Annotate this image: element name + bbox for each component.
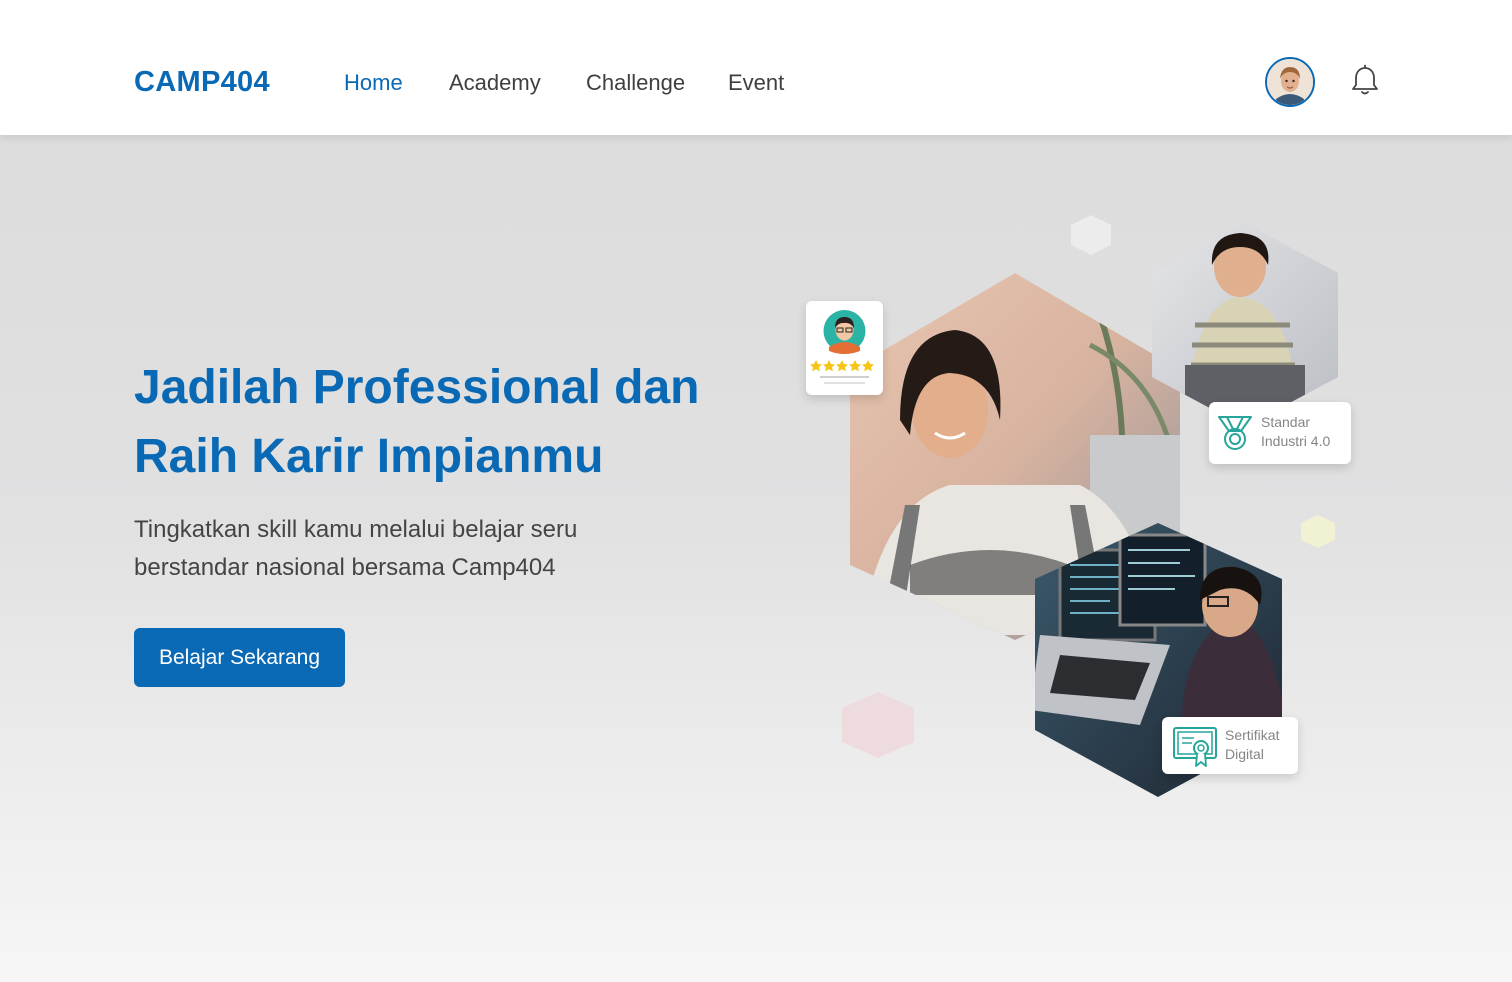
bell-icon-graphic	[1352, 64, 1378, 95]
decor-hexagon-yellow	[1301, 515, 1335, 548]
certificate-badge-line1: Sertifikat	[1225, 727, 1280, 743]
nav-home[interactable]: Home	[344, 70, 403, 96]
belajar-sekarang-button[interactable]: Belajar Sekarang	[134, 628, 345, 687]
standard-badge-text: Standar Industri 4.0	[1261, 413, 1330, 451]
hero-subtitle-line1: Tingkatkan skill kamu melalui belajar se…	[134, 516, 578, 543]
standard-badge-line2: Industri 4.0	[1261, 433, 1331, 449]
decor-hexagon-grey	[1071, 215, 1111, 255]
nav-academy[interactable]: Academy	[449, 70, 541, 96]
hero-illustration: Standar Industri 4.0 Sertifikat Digital	[790, 205, 1390, 815]
standard-badge-line1: Standar	[1261, 414, 1311, 430]
hero-title: Jadilah Professional dan Raih Karir Impi…	[134, 353, 754, 491]
reviewer-avatar	[810, 310, 874, 384]
certificate-badge-text: Sertifikat Digital	[1225, 726, 1279, 764]
user-avatar-icon	[1267, 59, 1313, 105]
certificate-badge-card: Sertifikat Digital	[1162, 717, 1298, 774]
medal-icon	[1218, 416, 1252, 450]
standard-badge-card: Standar Industri 4.0	[1209, 402, 1351, 464]
user-avatar[interactable]	[1265, 57, 1315, 107]
nav-challenge[interactable]: Challenge	[586, 70, 685, 96]
hexagon-photo-collage	[842, 215, 1338, 797]
brand-logo[interactable]: CAMP404	[134, 66, 270, 99]
hero-title-line1: Jadilah Professional dan	[134, 361, 700, 414]
certificate-badge-line2: Digital	[1225, 746, 1264, 762]
hero-title-line2: Raih Karir Impianmu	[134, 430, 604, 483]
navbar: CAMP404 Home Academy Challenge Event	[0, 0, 1512, 135]
hero-subtitle: Tingkatkan skill kamu melalui belajar se…	[134, 511, 654, 587]
decor-hexagon-pink	[842, 692, 914, 758]
hero-subtitle-line2: berstandar nasional bersama Camp404	[134, 554, 556, 581]
certificate-icon	[1173, 727, 1217, 767]
star-icons	[810, 360, 874, 372]
rating-card	[806, 301, 883, 395]
bell-icon[interactable]	[1349, 64, 1381, 98]
nav-event[interactable]: Event	[728, 70, 784, 96]
